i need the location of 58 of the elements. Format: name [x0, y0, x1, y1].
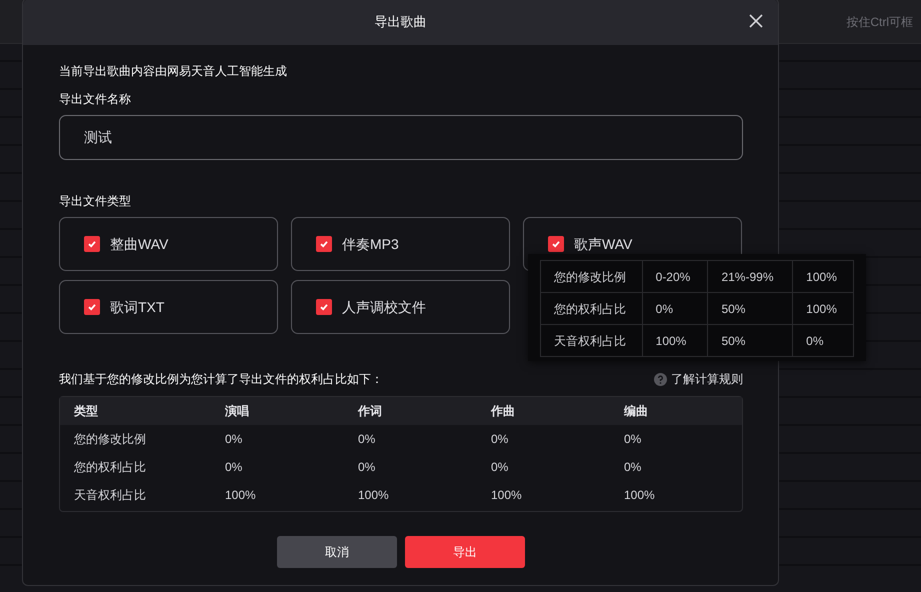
checkbox[interactable] — [84, 236, 100, 252]
table-cell: 天音权利占比 — [74, 488, 146, 502]
tooltip-cell-text: 0% — [806, 332, 824, 350]
column-header: 类型 — [74, 404, 98, 418]
table-cell: 0% — [624, 460, 642, 474]
tooltip-cell-text: 0% — [656, 300, 673, 318]
check-icon — [87, 239, 97, 249]
tooltip-cell-text: 100% — [806, 300, 837, 318]
tooltip-cell-text: 50% — [721, 300, 746, 318]
notice-text: 当前导出歌曲内容由网易天音人工智能生成 — [59, 63, 288, 79]
check-icon — [87, 302, 97, 312]
tooltip-cell-text: 21%-99% — [721, 268, 774, 286]
check-icon — [319, 239, 329, 249]
tooltip-cell-text: 0-20% — [656, 268, 690, 286]
dialog-title: 导出歌曲 — [374, 13, 426, 32]
name-field[interactable]: 测试 — [59, 115, 743, 160]
file-type-option[interactable]: 伴奏MP3 — [291, 217, 510, 271]
table-cell: 0% — [491, 460, 508, 474]
checkbox[interactable] — [316, 236, 332, 252]
table-cell: 100% — [225, 488, 256, 502]
check-icon — [551, 239, 561, 249]
table-cell: 0% — [358, 432, 376, 446]
column-header: 作曲 — [491, 404, 515, 418]
hint-text: 按住Ctrl可框 — [846, 14, 913, 30]
checkbox[interactable] — [84, 299, 100, 315]
tooltip-cell-text: 您的权利占比 — [554, 300, 626, 318]
name-label: 导出文件名称 — [59, 91, 132, 107]
table-cell: 0% — [358, 460, 376, 474]
column-header: 作词 — [358, 404, 382, 418]
table-cell: 0% — [225, 460, 242, 474]
tooltip-cell-text: 天音权利占比 — [554, 332, 626, 350]
file-type-option[interactable]: 歌词TXT — [59, 280, 278, 334]
file-type-option[interactable]: 整曲WAV — [59, 217, 278, 271]
rules-link[interactable]: 了解计算规则 — [654, 370, 743, 388]
check-icon — [319, 302, 329, 312]
table-cell: 100% — [624, 488, 655, 502]
rights-intro: 我们基于您的修改比例为您计算了导出文件的权利占比如下： — [59, 371, 383, 388]
tooltip-cell-text: 100% — [806, 268, 837, 286]
column-header: 编曲 — [624, 404, 648, 418]
close-icon — [748, 13, 764, 29]
tooltip-cell-text: 100% — [656, 332, 686, 350]
tooltip-cell-text: 50% — [721, 332, 746, 350]
table-cell: 100% — [358, 488, 389, 502]
help-icon — [654, 372, 667, 386]
table-cell: 100% — [491, 488, 522, 502]
cancel-button[interactable]: 取消 — [277, 536, 397, 568]
checkbox[interactable] — [316, 299, 332, 315]
file-type-option[interactable]: 人声调校文件 — [291, 280, 510, 334]
table-cell: 您的权利占比 — [74, 460, 146, 474]
table-cell: 0% — [225, 432, 242, 446]
table-cell: 0% — [491, 432, 508, 446]
tooltip-cell-text: 您的修改比例 — [554, 268, 626, 286]
checkbox[interactable] — [548, 236, 564, 252]
export-button[interactable]: 导出 — [405, 536, 525, 568]
table-cell: 0% — [624, 432, 642, 446]
type-label: 导出文件类型 — [59, 193, 132, 209]
table-cell: 您的修改比例 — [74, 432, 146, 446]
column-header: 演唱 — [225, 404, 249, 418]
